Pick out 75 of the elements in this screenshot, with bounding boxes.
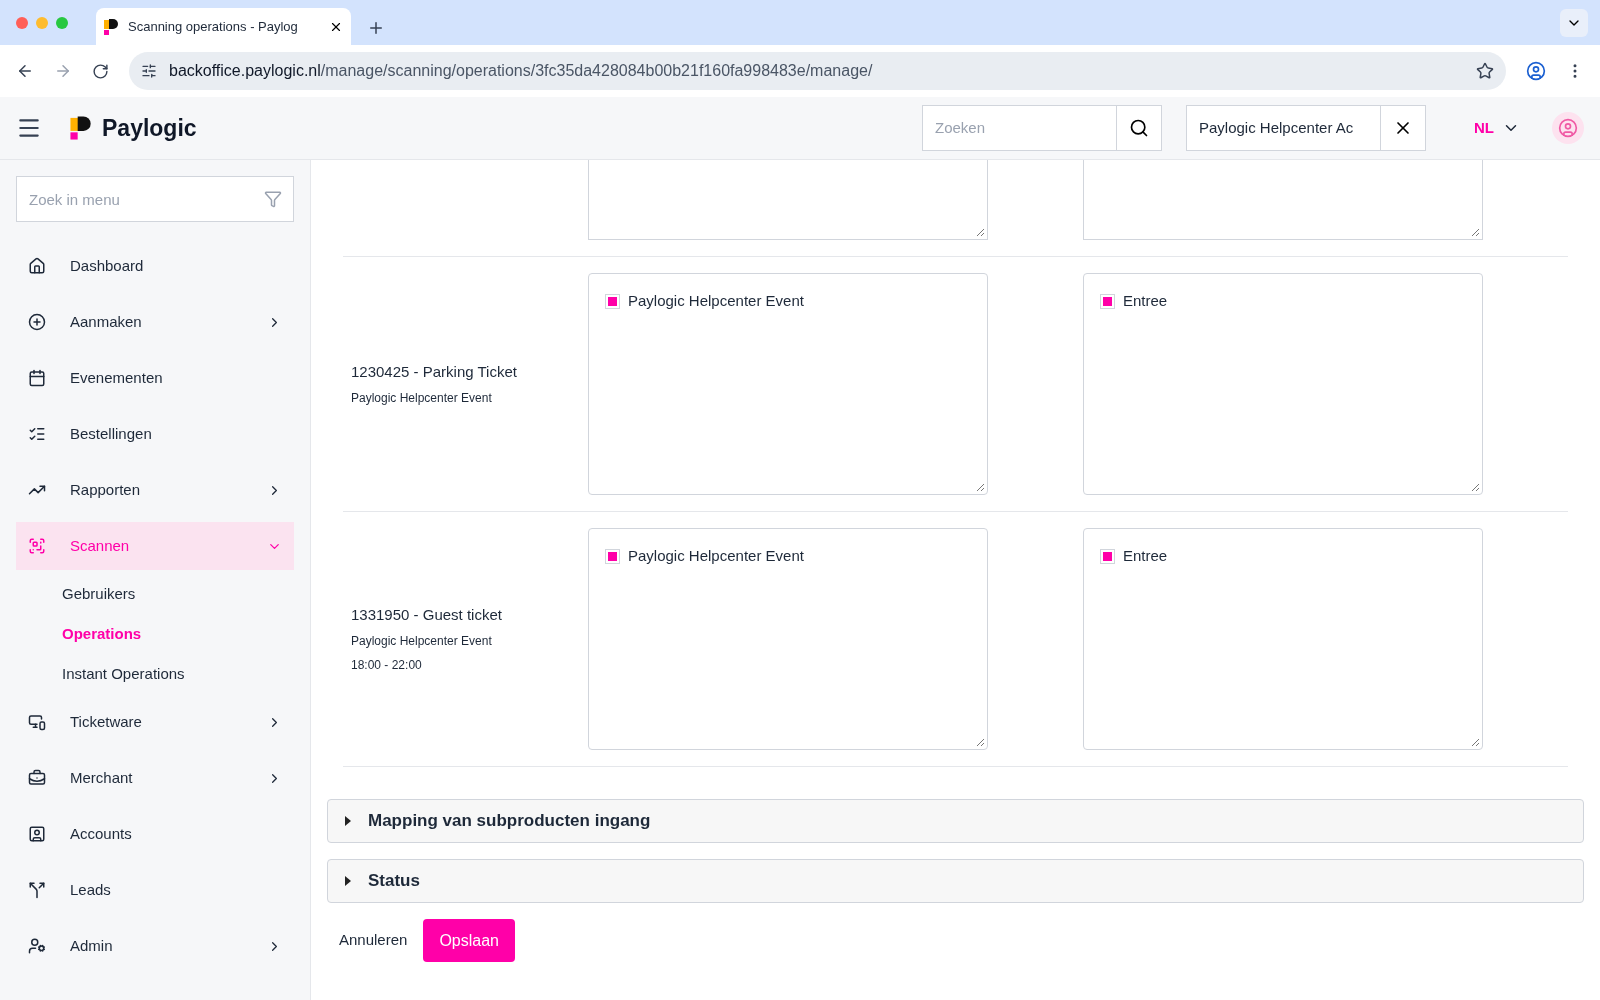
select-list-field[interactable]: Paylogic Helpcenter Event: [588, 273, 988, 495]
resize-grip-icon[interactable]: [976, 228, 985, 237]
resize-grip-icon[interactable]: [1471, 228, 1480, 237]
product-name: 1230425 - Parking Ticket: [351, 361, 518, 382]
sidebar-item[interactable]: Merchant: [16, 754, 294, 802]
logo-wordmark: Paylogic: [102, 113, 197, 143]
submenu-item[interactable]: Gebruikers: [16, 574, 294, 614]
checkbox[interactable]: [1100, 548, 1115, 564]
forward-icon[interactable]: [54, 62, 72, 80]
resize-grip-icon[interactable]: [1471, 738, 1480, 747]
checkbox-label: Paylogic Helpcenter Event: [628, 291, 804, 311]
checkbox-label: Paylogic Helpcenter Event: [628, 546, 804, 566]
menu-item-icon: [28, 825, 46, 843]
menu-item-icon: [28, 425, 46, 443]
product-name: 1331950 - Guest ticket: [351, 604, 503, 625]
address-bar[interactable]: backoffice.paylogic.nl/manage/scanning/operations/3fc35da428084b00b21f160fa998483e/manage/: [129, 52, 1506, 90]
menu-item-icon: [28, 257, 46, 275]
select-list-field[interactable]: Paylogic Helpcenter Event: [588, 528, 988, 750]
select-list-field[interactable]: Entree: [1083, 273, 1483, 495]
submenu-item[interactable]: Instant Operations: [16, 654, 294, 694]
avatar[interactable]: [1552, 112, 1584, 144]
select-list-field[interactable]: Entree: [1083, 528, 1483, 750]
logo-icon: [104, 17, 120, 36]
sidebar-item[interactable]: Admin: [16, 922, 294, 970]
url-text: backoffice.paylogic.nl/manage/scanning/operations/3fc35da428084b00b21f160fa998483e/manage/: [169, 61, 874, 81]
sidebar-item[interactable]: Rapporten: [16, 466, 294, 514]
logo-icon: [70, 115, 94, 141]
sidebar-item[interactable]: Ticketware: [16, 698, 294, 746]
new-tab-icon[interactable]: [367, 19, 385, 37]
collapsible-section-header[interactable]: Status: [327, 859, 1584, 903]
checkbox[interactable]: [605, 548, 620, 564]
sidebar-item[interactable]: Dashboard: [16, 242, 294, 290]
resize-grip-icon[interactable]: [1471, 483, 1480, 492]
back-icon[interactable]: [16, 62, 34, 80]
select-list-field[interactable]: [588, 160, 988, 240]
resize-grip-icon[interactable]: [976, 483, 985, 492]
search-field[interactable]: Zoeken: [922, 105, 1117, 151]
profile-icon[interactable]: [1526, 61, 1546, 81]
sidebar-item[interactable]: Evenementen: [16, 354, 294, 402]
resize-grip-icon[interactable]: [976, 738, 985, 747]
sidebar-item[interactable]: Accounts: [16, 810, 294, 858]
tab-title: Scanning operations - Paylog: [128, 17, 299, 36]
select-list-field[interactable]: [1083, 160, 1483, 240]
menu-item-icon: [28, 537, 46, 555]
filter-icon: [264, 190, 282, 208]
sidebar-item[interactable]: Aanmaken: [16, 298, 294, 346]
menu-item-icon: [28, 937, 46, 955]
cancel-link[interactable]: Annuleren: [339, 929, 408, 952]
menu-item-icon: [28, 369, 46, 387]
reload-icon[interactable]: [92, 62, 109, 80]
caret-right-icon: [344, 876, 352, 886]
checkbox[interactable]: [605, 293, 620, 309]
account-field[interactable]: Paylogic Helpcenter Ac: [1186, 105, 1381, 151]
sidebar-item[interactable]: Bestellingen: [16, 410, 294, 458]
checkbox-label: Entree: [1123, 291, 1168, 311]
menu-item-icon: [28, 769, 46, 787]
product-detail: Paylogic Helpcenter Event: [351, 390, 493, 408]
product-detail: 18:00 - 22:00: [351, 657, 423, 675]
menu-search-field[interactable]: Zoek in menu: [16, 176, 294, 222]
sidebar-item[interactable]: Leads: [16, 866, 294, 914]
collapsible-section-header[interactable]: Mapping van subproducten ingang: [327, 799, 1584, 843]
search-icon: [1129, 118, 1149, 138]
checkbox[interactable]: [1100, 293, 1115, 309]
menu-item-icon: [28, 713, 46, 731]
search-button[interactable]: [1117, 105, 1162, 151]
save-button[interactable]: Opslaan: [423, 919, 515, 962]
menu-item-icon: [28, 881, 46, 899]
product-detail: Paylogic Helpcenter Event: [351, 633, 493, 651]
menu-item-icon: [28, 313, 46, 331]
tab-list-button[interactable]: [1560, 9, 1588, 37]
caret-right-icon: [344, 816, 352, 826]
checkbox-label: Entree: [1123, 546, 1168, 566]
bookmark-star-icon[interactable]: [1476, 62, 1494, 80]
browser-tab[interactable]: Scanning operations - Paylog: [96, 8, 351, 45]
clear-button[interactable]: [1381, 105, 1426, 151]
